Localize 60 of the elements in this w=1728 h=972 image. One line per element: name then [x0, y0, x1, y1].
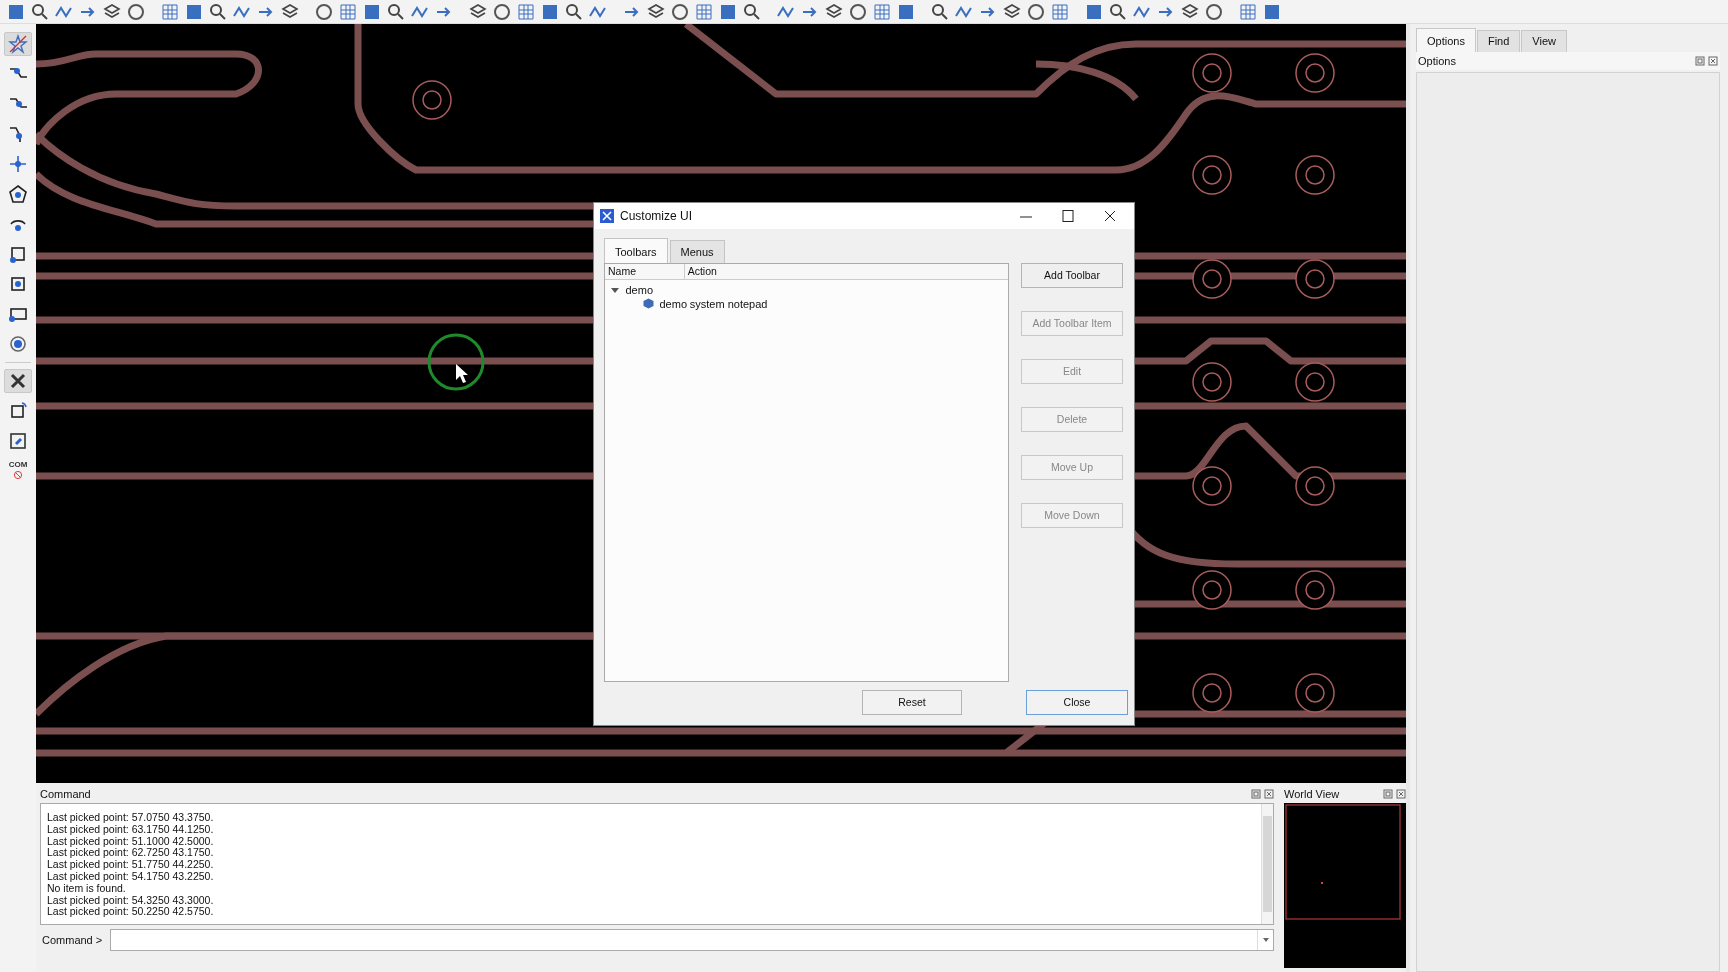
float-icon[interactable]	[1383, 789, 1393, 799]
magnifier-icon[interactable]	[564, 1, 584, 22]
magnifier-icon[interactable]	[1108, 1, 1128, 22]
magnifier-icon[interactable]	[30, 1, 50, 22]
panel-title: World View	[1284, 787, 1341, 802]
circle-icon[interactable]	[1026, 1, 1046, 22]
panel-tab[interactable]: Find	[1476, 30, 1521, 52]
panel-tab[interactable]: Options	[1416, 28, 1476, 52]
magnifier-icon[interactable]	[386, 1, 406, 22]
dialog-title: Customize UI	[620, 208, 694, 225]
cursor-ring-icon	[427, 333, 485, 391]
maximize-icon[interactable]	[1061, 209, 1075, 223]
magnifier-icon[interactable]	[930, 1, 950, 22]
command-input[interactable]	[110, 929, 1274, 951]
dialog-tab[interactable]: Menus	[669, 239, 725, 263]
prompt-label: Command >	[42, 932, 103, 948]
dropdown-arrow-icon[interactable]	[1261, 937, 1270, 943]
grid-icon[interactable]	[338, 1, 358, 22]
panel-tab[interactable]: View	[1521, 30, 1567, 52]
scrollbar[interactable]	[1261, 804, 1273, 924]
pencil-icon	[8, 431, 28, 451]
column-header[interactable]: Name	[605, 264, 685, 279]
dialog-tab[interactable]: Toolbars	[604, 237, 668, 263]
circle-icon[interactable]	[1204, 1, 1224, 22]
target-icon	[8, 334, 28, 354]
hexagon-icon	[643, 298, 654, 310]
star-icon	[8, 34, 28, 54]
magnifier-icon[interactable]	[742, 1, 762, 22]
tool-button[interactable]: COM	[4, 459, 32, 483]
grid-icon[interactable]	[1050, 1, 1070, 22]
dialog-button[interactable]: Reset	[862, 690, 962, 715]
close-icon[interactable]	[1103, 209, 1117, 223]
panel-title: Command	[40, 787, 92, 802]
tree-item[interactable]: demo	[659, 296, 688, 311]
circle-icon[interactable]	[126, 1, 146, 22]
tool-button[interactable]	[4, 369, 32, 393]
float-icon[interactable]	[1251, 789, 1261, 799]
command-log: Last picked point: 57.0750 43.3750. Last picked point: 63.1750 44.1250. Last picked point: 51.1000 42.5000. Last picked point: 62.7250 43.1750. Last picked point: 51.7750 44.2250. Last picked point: 54.1750 43.2250. No item is found. Last picked point: 54.3250 43.3000. Last picked point: 50.2250 42.5750.	[46, 810, 215, 920]
circle-icon[interactable]	[670, 1, 690, 22]
magnifier-icon[interactable]	[208, 1, 228, 22]
float-icon[interactable]	[1695, 55, 1705, 66]
grid-icon[interactable]	[160, 1, 180, 22]
circle-icon[interactable]	[314, 1, 334, 22]
panel-title: Options	[1418, 53, 1457, 69]
action-text: system notepad	[689, 296, 768, 311]
pointer-icon	[456, 364, 468, 383]
no-entry-icon	[12, 469, 24, 481]
circle-icon[interactable]	[848, 1, 868, 22]
grid-icon[interactable]	[1238, 1, 1258, 22]
tree-item[interactable]: demo	[625, 282, 654, 297]
column-header[interactable]: Action	[684, 264, 1008, 279]
pentagon-icon	[8, 184, 28, 204]
dialog-button[interactable]: Add Toolbar	[1021, 263, 1123, 288]
grid-icon[interactable]	[516, 1, 536, 22]
dialog-button[interactable]: Close	[1026, 690, 1128, 715]
crosshair-icon	[8, 154, 28, 174]
app-logo-icon	[600, 209, 614, 223]
grid-icon[interactable]	[694, 1, 714, 22]
circle-icon[interactable]	[492, 1, 512, 22]
grid-icon[interactable]	[872, 1, 892, 22]
